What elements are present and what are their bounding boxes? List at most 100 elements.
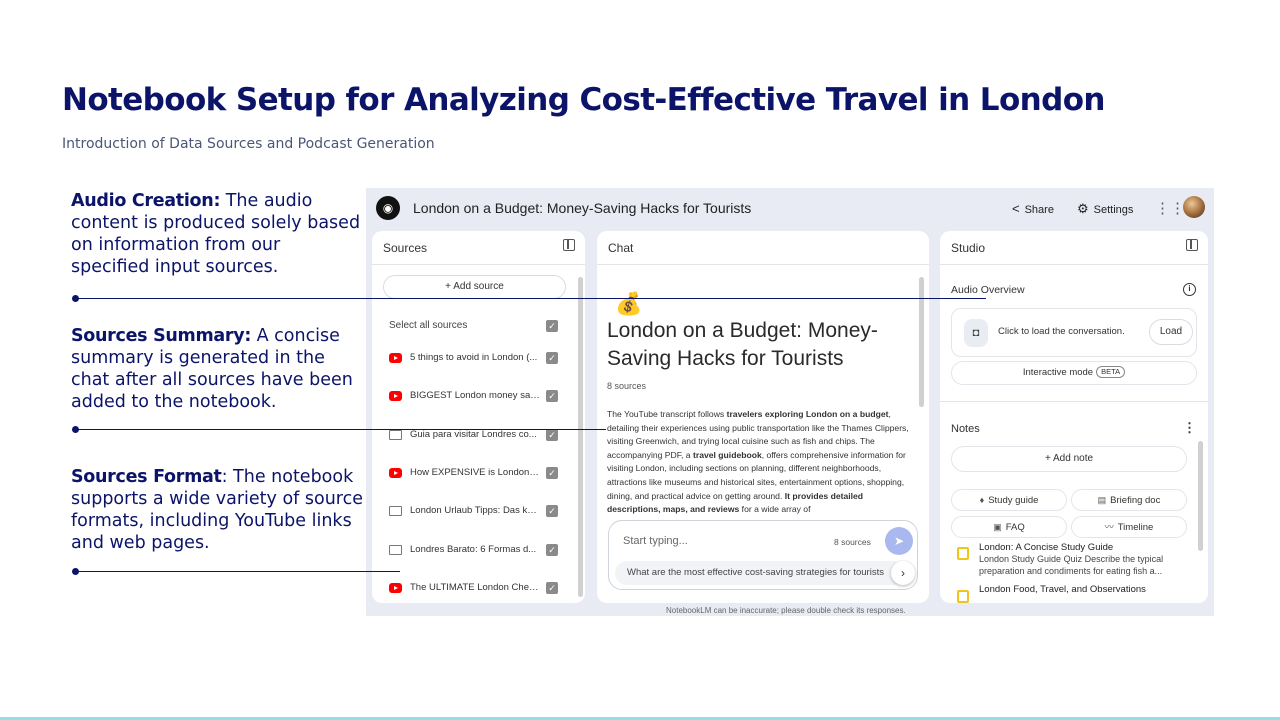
timeline-button[interactable]: 〰 Timeline xyxy=(1071,516,1187,538)
source-checkbox[interactable]: ✓ xyxy=(546,352,558,364)
divider xyxy=(372,264,585,265)
callout-audio-creation: Audio Creation: The audio content is pro… xyxy=(71,190,363,278)
briefing-doc-button[interactable]: ▤ Briefing doc xyxy=(1071,489,1187,511)
web-page-icon xyxy=(389,506,402,516)
source-item[interactable]: London Urlaub Tipps: Das ka... ✓ xyxy=(389,504,579,520)
note-icon xyxy=(957,590,969,603)
callout-heading: Sources Format xyxy=(71,467,222,487)
source-checkbox[interactable]: ✓ xyxy=(546,582,558,594)
source-label: Londres Barato: 6 Formas d... xyxy=(410,544,537,555)
summary-highlight: travel guidebook xyxy=(692,449,762,460)
youtube-icon xyxy=(389,583,402,593)
source-label: BIGGEST London money sav... xyxy=(410,390,540,401)
web-page-icon xyxy=(389,545,402,555)
summary-text: for a wide array of xyxy=(739,504,811,515)
youtube-icon xyxy=(389,353,402,363)
speaker-icon: ◘ xyxy=(964,319,988,347)
money-bag-icon: 💰 xyxy=(615,291,643,316)
source-item[interactable]: BIGGEST London money sav... ✓ xyxy=(389,389,579,405)
interactive-mode-label: Interactive mode xyxy=(1022,367,1094,378)
chat-source-count: 8 sources xyxy=(834,537,871,547)
study-guide-button[interactable]: ♦ Study guide xyxy=(951,489,1067,511)
load-button[interactable]: Load xyxy=(1149,319,1193,345)
chevron-right-icon[interactable]: › xyxy=(891,561,915,585)
timeline-icon: 〰 xyxy=(1104,522,1114,532)
source-item[interactable]: 5 things to avoid in London (... ✓ xyxy=(389,351,579,367)
settings-label: Settings xyxy=(1093,204,1134,216)
source-label: How EXPENSIVE is London? ... xyxy=(410,467,540,478)
chat-input-box[interactable]: Start typing... 8 sources ➤ What are the… xyxy=(608,520,918,590)
source-item[interactable]: The ULTIMATE London Chea... ✓ xyxy=(389,581,579,597)
audio-load-text: Click to load the conversation. xyxy=(998,326,1125,337)
source-label: 5 things to avoid in London (... xyxy=(410,352,538,363)
divider xyxy=(940,264,1208,265)
gear-icon: ⚙ xyxy=(1077,201,1089,216)
source-item[interactable]: How EXPENSIVE is London? ... ✓ xyxy=(389,466,579,482)
info-icon[interactable]: i xyxy=(1183,283,1196,296)
source-label: London Urlaub Tipps: Das ka... xyxy=(410,505,540,516)
avatar[interactable] xyxy=(1183,196,1205,218)
document-icon: ▤ xyxy=(1097,495,1107,505)
add-note-button[interactable]: + Add note xyxy=(951,446,1187,472)
source-label: Guia para visitar Londres co... xyxy=(410,429,537,440)
callout-sources-format: Sources Format: The notebook supports a … xyxy=(71,466,363,554)
send-icon[interactable]: ➤ xyxy=(885,527,913,555)
chip-label: Timeline xyxy=(1117,522,1154,533)
chat-input-placeholder[interactable]: Start typing... xyxy=(623,535,688,547)
collapse-panel-icon[interactable] xyxy=(563,239,575,251)
source-count: 8 sources xyxy=(607,381,647,391)
web-page-icon xyxy=(389,430,402,440)
select-all-label: Select all sources xyxy=(389,320,468,331)
collapse-panel-icon[interactable] xyxy=(1186,239,1198,251)
settings-button[interactable]: ⚙ Settings xyxy=(1077,201,1133,217)
chip-label: Study guide xyxy=(988,495,1039,506)
audio-overview-card: ◘ Click to load the conversation. Load xyxy=(951,308,1197,357)
callout-heading: Sources Summary: xyxy=(71,326,252,346)
app-topbar: ◉ London on a Budget: Money-Saving Hacks… xyxy=(366,188,1214,228)
source-checkbox[interactable]: ✓ xyxy=(546,544,558,556)
sources-heading: Sources xyxy=(383,241,428,255)
chip-label: Briefing doc xyxy=(1110,495,1161,506)
suggested-question[interactable]: What are the most effective cost-saving … xyxy=(615,561,905,585)
interactive-mode-button[interactable]: Interactive mode BETA xyxy=(951,361,1197,385)
callout-sources-summary: Sources Summary: A concise summary is ge… xyxy=(71,325,363,413)
summary-text: The YouTube transcript follows xyxy=(607,409,727,419)
disclaimer: NotebookLM can be inaccurate; please dou… xyxy=(666,606,906,615)
share-button[interactable]: < Share xyxy=(1012,201,1054,216)
note-icon xyxy=(957,547,969,560)
chip-label: FAQ xyxy=(1005,522,1025,533)
add-source-button[interactable]: + Add source xyxy=(383,275,566,299)
studio-panel: Studio Audio Overview i ◘ Click to load … xyxy=(940,231,1208,603)
scrollbar[interactable] xyxy=(578,277,583,597)
notebook-summary-title: London on a Budget: Money-Saving Hacks f… xyxy=(607,319,878,370)
source-checkbox[interactable]: ✓ xyxy=(546,390,558,402)
source-item[interactable]: Guia para visitar Londres co... ✓ xyxy=(389,428,579,444)
divider xyxy=(597,264,929,265)
slide-title: Notebook Setup for Analyzing Cost-Effect… xyxy=(62,82,1105,118)
notebooklm-logo-icon: ◉ xyxy=(376,196,400,220)
callout-heading: Audio Creation: xyxy=(71,191,221,211)
faq-button[interactable]: ▣ FAQ xyxy=(951,516,1067,538)
share-icon: < xyxy=(1012,201,1020,216)
youtube-icon xyxy=(389,468,402,478)
connector-line xyxy=(76,298,986,299)
source-checkbox[interactable]: ✓ xyxy=(546,467,558,479)
note-title[interactable]: London Food, Travel, and Observations xyxy=(979,584,1146,595)
source-checkbox[interactable]: ✓ xyxy=(546,429,558,441)
divider xyxy=(940,401,1208,402)
note-description: London Study Guide Quiz Describe the typ… xyxy=(979,554,1164,576)
scrollbar[interactable] xyxy=(1198,441,1203,551)
audio-overview-heading: Audio Overview xyxy=(951,284,1025,296)
scrollbar[interactable] xyxy=(919,277,924,407)
more-options-icon[interactable]: ⋮ xyxy=(1183,420,1196,436)
note-title[interactable]: London: A Concise Study Guide xyxy=(979,542,1113,553)
slide-subtitle: Introduction of Data Sources and Podcast… xyxy=(62,136,435,152)
summary-highlight: travelers exploring London on a budget xyxy=(726,409,889,419)
select-all-checkbox[interactable]: ✓ xyxy=(546,320,558,332)
source-checkbox[interactable]: ✓ xyxy=(546,505,558,517)
share-label: Share xyxy=(1024,204,1054,216)
notebooklm-screenshot: ◉ London on a Budget: Money-Saving Hacks… xyxy=(366,188,1214,616)
notebook-title[interactable]: London on a Budget: Money-Saving Hacks f… xyxy=(413,200,751,216)
source-item[interactable]: Londres Barato: 6 Formas d... ✓ xyxy=(389,543,579,559)
studio-heading: Studio xyxy=(951,241,986,255)
